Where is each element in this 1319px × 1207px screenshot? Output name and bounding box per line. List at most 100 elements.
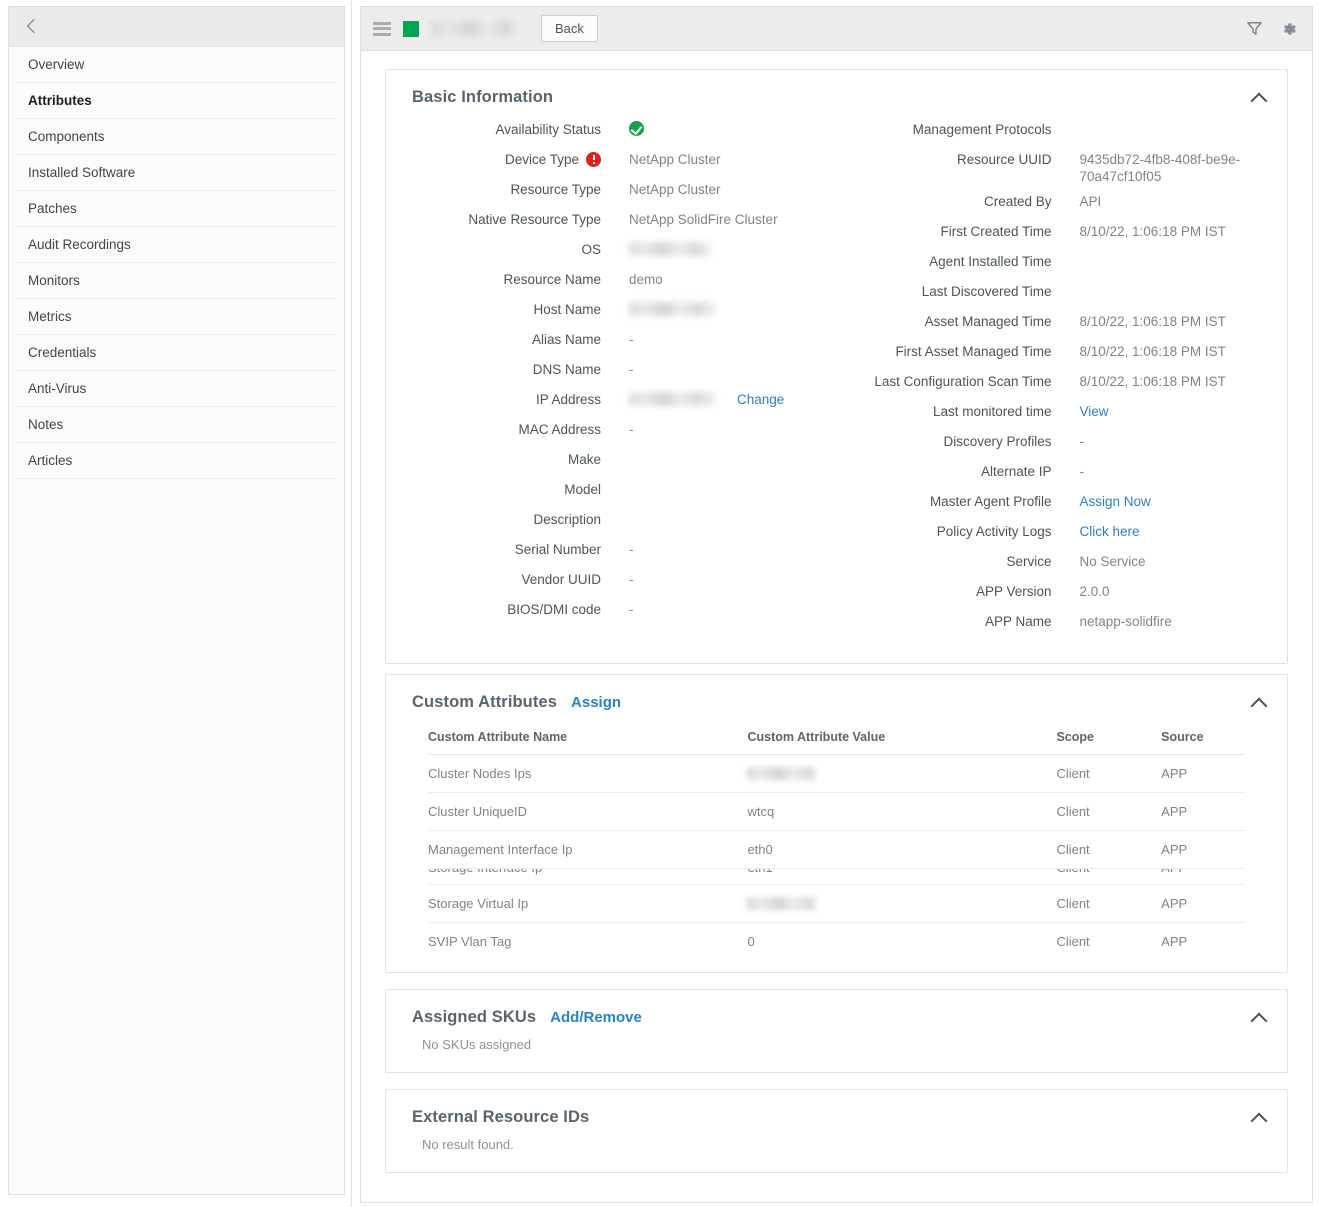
attribute-label: First Asset Managed Time: [895, 344, 1052, 359]
external-resource-ids-empty-message: No result found.: [422, 1137, 514, 1152]
sidebar-item-notes[interactable]: Notes: [16, 407, 337, 443]
sidebar-item-articles[interactable]: Articles: [16, 443, 337, 479]
attribute-label: Serial Number: [514, 542, 601, 557]
basic-information-title: Basic Information: [412, 88, 554, 106]
hamburger-menu-icon[interactable]: [373, 21, 391, 36]
attribute-label: MAC Address: [518, 422, 601, 437]
column-header: Scope: [1056, 730, 1162, 755]
external-resource-ids-title: External Resource IDs: [412, 1108, 590, 1126]
attribute-value: netapp-solidfire: [1079, 614, 1172, 629]
attribute-row: Created By API: [837, 193, 1288, 215]
attribute-row: Native Resource Type NetApp SolidFire Clu…: [386, 211, 837, 233]
attribute-label: Device Type: [504, 152, 579, 167]
custom-attribute-scope: Client: [1056, 868, 1162, 885]
custom-attribute-value-text: eth1: [747, 869, 772, 876]
sidebar-item-audit-recordings[interactable]: Audit Recordings: [16, 227, 337, 263]
sidebar-nav-list: Overview Attributes Components Installed So…: [9, 47, 344, 479]
attribute-label: Service: [1006, 554, 1052, 569]
attribute-label: Asset Managed Time: [924, 314, 1052, 329]
attribute-row: Service No Service: [837, 553, 1288, 575]
gear-icon[interactable]: [1280, 20, 1298, 38]
custom-attribute-name: Cluster Nodes Ips: [428, 754, 748, 793]
sidebar-item-patches[interactable]: Patches: [16, 191, 337, 227]
assigned-skus-empty-message: No SKUs assigned: [422, 1037, 532, 1052]
chevron-up-icon[interactable]: [1251, 1110, 1267, 1126]
attribute-value-redacted: [629, 301, 715, 318]
filter-funnel-icon[interactable]: [1245, 19, 1264, 38]
topbar: Back: [361, 7, 1312, 51]
sidebar-item-label: Metrics: [28, 309, 72, 324]
attribute-value-link[interactable]: View: [1080, 403, 1109, 420]
attribute-label: Resource UUID: [956, 152, 1052, 167]
attribute-value: -: [629, 572, 634, 587]
attribute-label: Policy Activity Logs: [936, 524, 1052, 539]
attribute-value-link[interactable]: Assign Now: [1080, 493, 1151, 510]
custom-attribute-name: Storage Virtual Ip: [428, 884, 748, 923]
content-scroll-area: Basic Information Availability Status Dev…: [361, 51, 1312, 1202]
attribute-label: Management Protocols: [912, 122, 1052, 137]
attribute-label: Vendor UUID: [521, 572, 601, 587]
attribute-row: OS: [386, 241, 837, 263]
chevron-up-icon[interactable]: [1251, 1010, 1267, 1026]
redacted-value: [747, 897, 816, 910]
chevron-up-icon[interactable]: [1251, 90, 1267, 106]
custom-attribute-name: Management Interface Ip: [428, 830, 748, 869]
attribute-value-link[interactable]: Click here: [1080, 523, 1140, 540]
sidebar-item-credentials[interactable]: Credentials: [16, 335, 337, 371]
sidebar-item-metrics[interactable]: Metrics: [16, 299, 337, 335]
attribute-value: NetApp Cluster: [629, 152, 721, 167]
attribute-label: BIOS/DMI code: [507, 602, 601, 617]
topbar-actions: [1245, 19, 1300, 38]
main-panel: Back Basic Information Availability Stat…: [360, 6, 1313, 1203]
attribute-label: APP Version: [975, 584, 1052, 599]
attribute-row: Resource Name demo: [386, 271, 837, 293]
attribute-row: Host Name: [386, 301, 837, 323]
attribute-label: Model: [564, 482, 601, 497]
change-ip-link[interactable]: Change: [737, 392, 784, 407]
attribute-row: First Asset Managed Time 8/10/22, 1:06:18…: [837, 343, 1288, 365]
assigned-skus-card: Assigned SKUs Add/Remove No SKUs assigne…: [385, 989, 1288, 1073]
table-row: Storage Interface Ip eth1 Client APP: [428, 868, 1245, 885]
attribute-value: -: [1079, 434, 1085, 449]
add-remove-link[interactable]: Add/Remove: [550, 1009, 642, 1026]
sidebar-item-label: Articles: [28, 453, 73, 468]
table-row: SVIP Vlan Tag 0 Client APP: [428, 923, 1245, 961]
attribute-row: APP Version 2.0.0: [837, 583, 1288, 605]
attribute-row: First Created Time 8/10/22, 1:06:18 PM IS…: [837, 223, 1288, 245]
custom-attribute-source: APP: [1161, 868, 1245, 885]
back-button[interactable]: Back: [541, 15, 598, 42]
attribute-value: -: [629, 602, 634, 617]
sidebar-item-anti-virus[interactable]: Anti-Virus: [16, 371, 337, 407]
sidebar-item-label: Audit Recordings: [28, 237, 131, 252]
attribute-value: 2.0.0: [1079, 584, 1110, 599]
attribute-value: 8/10/22, 1:06:18 PM IST: [1079, 374, 1226, 389]
custom-attribute-scope: Client: [1056, 884, 1162, 923]
attribute-row: Serial Number -: [386, 541, 837, 563]
attribute-row: DNS Name -: [386, 361, 837, 383]
attribute-row: Master Agent Profile Assign Now: [837, 493, 1288, 515]
sidebar-item-components[interactable]: Components: [16, 119, 337, 155]
custom-attribute-source: APP: [1161, 830, 1245, 869]
sidebar-item-label: Notes: [28, 417, 64, 432]
check-circle-icon: [629, 121, 644, 136]
sidebar-item-monitors[interactable]: Monitors: [16, 263, 337, 299]
custom-attributes-title: Custom Attributes: [412, 693, 558, 711]
chevron-up-icon[interactable]: [1251, 695, 1267, 711]
attribute-value: 8/10/22, 1:06:18 PM IST: [1079, 314, 1226, 329]
sidebar-header: [9, 7, 344, 47]
sidebar-item-attributes[interactable]: Attributes: [16, 83, 337, 119]
redacted-value: [629, 242, 711, 256]
sidebar-item-installed-software[interactable]: Installed Software: [16, 155, 337, 191]
sidebar-item-overview[interactable]: Overview: [16, 47, 337, 83]
custom-attribute-source: APP: [1161, 884, 1245, 923]
attribute-row: Last monitored time View: [837, 403, 1288, 425]
table-row: Management Interface Ip eth0 Client APP: [428, 830, 1245, 869]
attribute-row: Model: [386, 481, 837, 503]
assign-link[interactable]: Assign: [571, 694, 621, 711]
chevron-left-icon[interactable]: [23, 18, 41, 36]
attribute-row: Resource UUID 9435db72-4fb8-408f-be9e-70a…: [837, 151, 1288, 185]
attribute-label: Last Discovered Time: [921, 284, 1052, 299]
attribute-value: -: [629, 542, 634, 557]
attribute-label: Alternate IP: [980, 464, 1052, 479]
attribute-row: Last Discovered Time: [837, 283, 1288, 305]
